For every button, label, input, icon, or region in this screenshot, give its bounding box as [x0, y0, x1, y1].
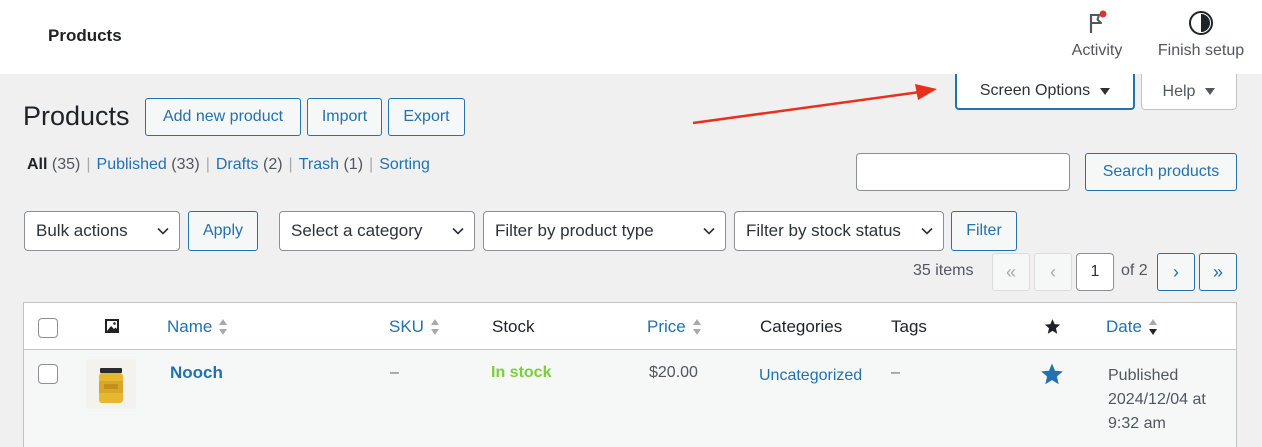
half-circle-progress-icon	[1189, 11, 1213, 35]
previous-page-button[interactable]: ‹	[1034, 253, 1072, 291]
notification-dot	[1099, 10, 1107, 18]
select-all-checkbox[interactable]	[38, 318, 58, 338]
activity-button[interactable]: Activity	[1066, 10, 1128, 60]
product-date: Published 2024/12/04 at 9:32 am	[1108, 367, 1206, 432]
image-icon	[105, 319, 119, 333]
column-date-header[interactable]: Date	[1106, 317, 1158, 337]
product-jar-image	[86, 359, 136, 409]
product-tags: –	[891, 364, 900, 381]
column-sku-header[interactable]: SKU	[389, 317, 440, 337]
column-price-label: Price	[647, 317, 686, 336]
bulk-actions-select[interactable]: Bulk actions	[24, 211, 180, 251]
filter-button[interactable]: Filter	[951, 211, 1017, 251]
view-all-count: (35)	[51, 156, 81, 173]
help-label: Help	[1162, 82, 1196, 100]
bulk-actions-value: Bulk actions	[36, 221, 128, 240]
chevron-down-icon	[157, 227, 169, 235]
current-page-input[interactable]: 1	[1076, 253, 1114, 291]
view-published-link[interactable]: Published	[97, 156, 167, 173]
view-separator: |	[369, 156, 374, 173]
status-views: All (35) | Published (33) | Drafts (2) | Trash…	[27, 156, 430, 174]
chevron-down-icon	[921, 227, 933, 235]
view-separator: |	[86, 156, 91, 173]
view-trash-count: (1)	[343, 156, 364, 173]
view-drafts-count: (2)	[262, 156, 283, 173]
search-products-input[interactable]	[856, 153, 1070, 191]
first-page-button[interactable]: «	[992, 253, 1030, 291]
screen-options-button[interactable]: Screen Options	[955, 74, 1135, 110]
apply-button[interactable]: Apply	[188, 211, 258, 251]
featured-star-icon[interactable]	[1044, 318, 1061, 335]
column-sku-label: SKU	[389, 317, 424, 336]
view-separator: |	[288, 156, 293, 173]
column-categories-label: Categories	[760, 317, 843, 336]
view-published-count: (33)	[171, 156, 200, 173]
last-page-button[interactable]: »	[1199, 253, 1237, 291]
product-type-select[interactable]: Filter by product type	[483, 211, 726, 251]
finish-setup-button[interactable]: Finish setup	[1152, 10, 1250, 60]
column-stock-label: Stock	[492, 317, 535, 336]
category-select[interactable]: Select a category	[279, 211, 475, 251]
table-row: Nooch – In stock $20.00 Uncategorized – …	[24, 350, 1236, 447]
category-value: Select a category	[291, 221, 423, 240]
stock-status-select[interactable]: Filter by stock status	[734, 211, 944, 251]
featured-star-icon[interactable]	[1040, 362, 1064, 386]
product-type-value: Filter by product type	[495, 221, 654, 240]
finish-setup-label: Finish setup	[1157, 42, 1245, 59]
activity-label: Activity	[1071, 42, 1123, 59]
table-header: Name SKU Stock Price Categories Tags Dat…	[24, 303, 1236, 350]
help-button[interactable]: Help	[1141, 74, 1237, 110]
export-button[interactable]: Export	[388, 98, 465, 136]
top-header-bar: Products Activity Finish setup	[0, 0, 1262, 74]
caret-down-icon	[1100, 87, 1111, 95]
row-checkbox[interactable]	[38, 364, 58, 384]
add-new-product-button[interactable]: Add new product	[145, 98, 301, 136]
column-date-label: Date	[1106, 317, 1142, 336]
sort-desc-icon	[1148, 319, 1157, 335]
items-count: 35 items	[913, 262, 974, 279]
chevron-down-icon	[452, 227, 464, 235]
next-page-button[interactable]: ›	[1157, 253, 1195, 291]
header-title: Products	[48, 26, 122, 45]
flag-icon	[1089, 10, 1107, 33]
page-title: Products	[23, 101, 130, 131]
view-sorting-link[interactable]: Sorting	[379, 156, 430, 173]
sort-icon	[219, 319, 228, 335]
column-name-label: Name	[167, 317, 213, 336]
product-price: $20.00	[649, 364, 698, 381]
import-button[interactable]: Import	[307, 98, 382, 136]
column-tags-label: Tags	[891, 317, 927, 336]
caret-down-icon	[1205, 88, 1216, 95]
view-drafts-link[interactable]: Drafts	[216, 156, 259, 173]
stock-status: In stock	[491, 364, 552, 381]
column-name-header[interactable]: Name	[167, 317, 228, 337]
products-table: Name SKU Stock Price Categories Tags Dat…	[23, 302, 1237, 447]
product-name-link[interactable]: Nooch	[170, 363, 223, 383]
product-thumbnail[interactable]	[86, 359, 136, 409]
column-tags-header: Tags	[891, 317, 927, 337]
view-trash-link[interactable]: Trash	[299, 156, 339, 173]
column-price-header[interactable]: Price	[647, 317, 702, 337]
sort-icon	[430, 319, 439, 335]
product-category-link[interactable]: Uncategorized	[759, 364, 869, 388]
stock-status-value: Filter by stock status	[746, 221, 901, 240]
column-stock-header: Stock	[492, 317, 535, 337]
view-separator: |	[205, 156, 210, 173]
product-sku: –	[390, 364, 399, 381]
column-categories-header: Categories	[760, 317, 842, 337]
view-all-link[interactable]: All	[27, 156, 47, 173]
search-products-button[interactable]: Search products	[1085, 153, 1237, 191]
sort-icon	[692, 319, 701, 335]
screen-options-label: Screen Options	[979, 82, 1091, 99]
total-pages-label: of 2	[1121, 262, 1148, 279]
chevron-down-icon	[703, 227, 715, 235]
